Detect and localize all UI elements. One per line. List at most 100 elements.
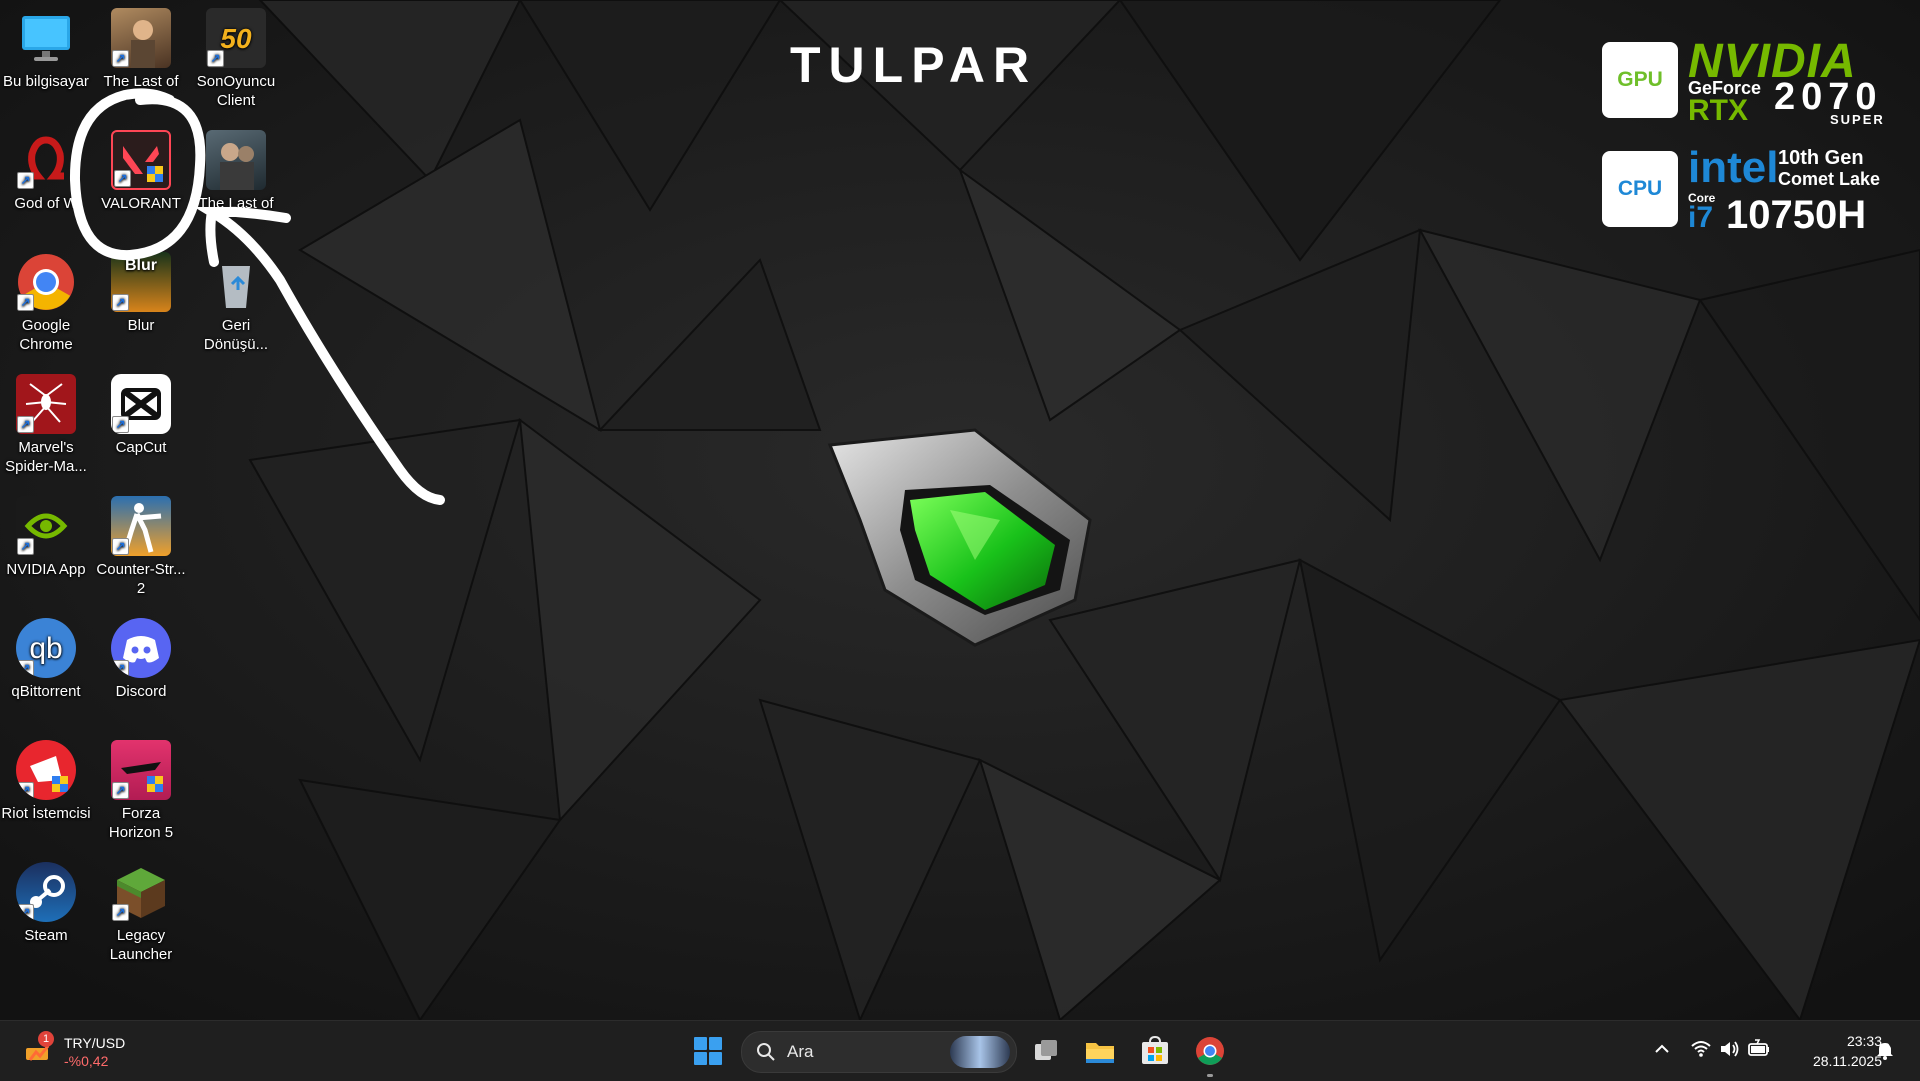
cpu-brand: intel [1688, 143, 1779, 192]
currency-widget[interactable]: 1 TRY/USD -%0,42 [18, 1028, 138, 1076]
gpu-suffix: SUPER [1830, 112, 1885, 127]
tulpar-logo: TULPAR [790, 37, 1130, 95]
desktop-icon-label: Marvel's Spider-Ma... [5, 439, 87, 475]
notification-badge: 1 [38, 1031, 54, 1047]
task-view-icon [1035, 1040, 1057, 1060]
running-indicator [1207, 1074, 1213, 1077]
desktop-icon-blur[interactable]: Blur ↗ Blur [95, 248, 187, 335]
steam-icon: ↗ [16, 862, 76, 922]
shortcut-arrow-icon: ↗ [17, 660, 34, 677]
desktop-icon-label: SonOyuncu Client [196, 73, 276, 109]
task-view-button[interactable] [1026, 1031, 1066, 1071]
widget-value: -%0,42 [64, 1053, 109, 1069]
shortcut-arrow-icon: ↗ [17, 538, 34, 555]
desktop-icon-sonoyuncu[interactable]: 50 ↗ SonOyuncu Client [190, 4, 282, 110]
microsoft-store-button[interactable] [1135, 1031, 1175, 1071]
desktop-icon-forza-horizon[interactable]: ↗ Forza Horizon 5 [95, 736, 187, 842]
desktop-icon-label: Legacy Launcher [109, 927, 173, 963]
nvidia-icon: ↗ [16, 496, 76, 556]
cpu-chip-icon: CPU [1602, 151, 1678, 227]
desktop-icon-recycle-bin[interactable]: Geri Dönüşü... [190, 248, 282, 354]
widget-title: TRY/USD [64, 1035, 126, 1051]
chevron-up-icon [1655, 1044, 1669, 1053]
shortcut-arrow-icon: ↗ [112, 416, 129, 433]
spider-man-icon: ↗ [16, 374, 76, 434]
shortcut-arrow-icon: ↗ [112, 538, 129, 555]
chrome-taskbar-button[interactable] [1190, 1031, 1230, 1077]
taskbar-search-box[interactable]: Ara [741, 1031, 1017, 1073]
battery-button[interactable] [1747, 1038, 1771, 1060]
desktop-icon-label: Google Chrome [19, 317, 73, 353]
valorant-icon: ↗ [111, 130, 171, 190]
search-icon [757, 1043, 775, 1061]
shortcut-arrow-icon: ↗ [112, 660, 129, 677]
start-button[interactable] [688, 1031, 728, 1071]
desktop-icon-label: qBittorrent [11, 683, 81, 700]
monitor-icon [16, 8, 76, 68]
shortcut-arrow-icon: ↗ [17, 172, 34, 189]
shortcut-arrow-icon: ↗ [112, 294, 129, 311]
battery-charging-icon [1748, 1039, 1769, 1056]
shortcut-arrow-icon: ↗ [112, 782, 129, 799]
desktop-icon-google-chrome[interactable]: ↗ Google Chrome [0, 248, 92, 354]
desktop-icon-riot-client[interactable]: ↗ Riot İstemcisi [0, 736, 92, 823]
shortcut-arrow-icon: ↗ [17, 904, 34, 921]
desktop-icon-last-of-us[interactable]: ↗ The Last of [95, 4, 187, 91]
cpu-model: 10750H [1726, 193, 1867, 237]
desktop-icon-nvidia-app[interactable]: ↗ NVIDIA App [0, 492, 92, 579]
desktop-icon-label: Bu bilgisayar [3, 73, 89, 90]
desktop-icon-god-of-war[interactable]: ↗ God of W [0, 126, 92, 213]
shortcut-arrow-icon: ↗ [112, 50, 129, 67]
desktop-icon-counter-strike[interactable]: ↗ Counter-Str... 2 [95, 492, 187, 598]
desktop-icon-label: The Last of [198, 195, 274, 212]
volume-button[interactable] [1718, 1038, 1740, 1060]
network-button[interactable] [1690, 1038, 1712, 1060]
desktop-icon-last-of-us-part2[interactable]: The Last of [190, 126, 282, 213]
grass-block-icon: ↗ [111, 862, 171, 922]
chrome-icon: ↗ [16, 252, 76, 312]
gpu-chip-label: GPU [1617, 68, 1663, 91]
show-hidden-icons-button[interactable] [1652, 1039, 1672, 1059]
clock-button[interactable]: 23:33 28.11.2025 [1780, 1029, 1884, 1073]
desktop-icon-discord[interactable]: ↗ Discord [95, 614, 187, 701]
desktop-icon-label: Riot İstemcisi [1, 805, 91, 822]
desktop-icon-label: Discord [115, 683, 167, 700]
gpu-line2: RTX [1688, 94, 1748, 127]
desktop-icon-label: The Last of [103, 73, 179, 90]
chrome-icon [1196, 1037, 1224, 1065]
desktop-icon-label: CapCut [115, 439, 167, 456]
desktop-icon-capcut[interactable]: ↗ CapCut [95, 370, 187, 457]
cpu-chip-label: CPU [1617, 177, 1663, 200]
desktop-icon-label: Forza Horizon 5 [108, 805, 174, 841]
desktop-icon-this-pc[interactable]: Bu bilgisayar [0, 4, 92, 91]
cpu-tier: i7 [1688, 201, 1714, 234]
desktop-icon-label: Steam [24, 927, 68, 944]
search-highlight-image [950, 1036, 1010, 1068]
search-placeholder: Ara [787, 1042, 814, 1061]
qbittorrent-icon: qb ↗ [16, 618, 76, 678]
last-of-us-part2-icon [206, 130, 266, 190]
shortcut-arrow-icon: ↗ [112, 904, 129, 921]
store-icon [1142, 1036, 1168, 1064]
desktop-icon-spider-man[interactable]: ↗ Marvel's Spider-Ma... [0, 370, 92, 476]
bell-icon [1877, 1040, 1895, 1060]
desktop-icon-steam[interactable]: ↗ Steam [0, 858, 92, 945]
file-explorer-button[interactable] [1080, 1031, 1120, 1071]
desktop-icon-legacy-launcher[interactable]: ↗ Legacy Launcher [95, 858, 187, 964]
notifications-button[interactable] [1874, 1039, 1896, 1061]
capcut-icon: ↗ [111, 374, 171, 434]
shortcut-arrow-icon: ↗ [17, 782, 34, 799]
desktop-icon-label: Blur [127, 317, 155, 334]
tulpar-logo-text: TULPAR [790, 40, 1037, 90]
gpu-spec-badge: GPU NVIDIA GeForce RTX 2070 SUPER [1602, 35, 1885, 127]
clock-date: 28.11.2025 [1812, 1053, 1882, 1069]
speaker-icon [1721, 1041, 1739, 1057]
desktop-icon-label: VALORANT [101, 195, 181, 212]
desktop-icon-qbittorrent[interactable]: qb ↗ qBittorrent [0, 614, 92, 701]
last-of-us-icon: ↗ [111, 8, 171, 68]
cpu-gen: 10th Gen [1778, 147, 1864, 169]
desktop-icon-valorant[interactable]: ↗ VALORANT [95, 126, 187, 213]
wifi-icon [1691, 1041, 1711, 1057]
discord-icon: ↗ [111, 618, 171, 678]
forza-icon: ↗ [111, 740, 171, 800]
